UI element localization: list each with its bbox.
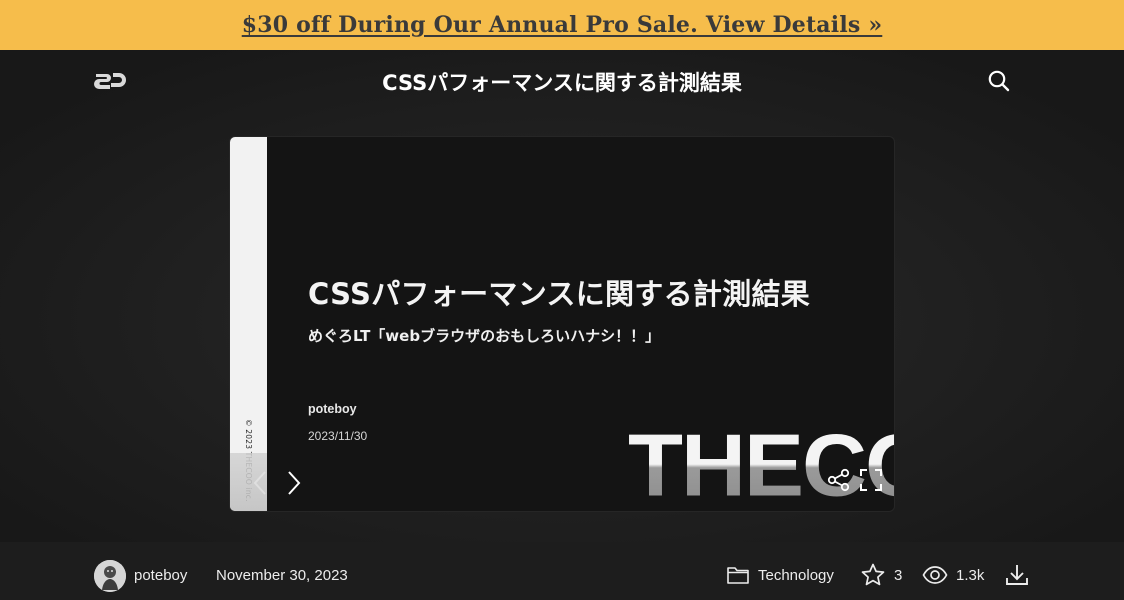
download-icon: [1006, 565, 1028, 585]
star-count: 3: [894, 566, 903, 584]
author-link[interactable]: poteboy: [134, 567, 187, 584]
slide-brand-logo: THECOO: [628, 422, 894, 510]
previous-slide-button[interactable]: [250, 469, 272, 497]
download-button[interactable]: [1004, 562, 1030, 588]
view-count-label: 1.3k: [956, 566, 985, 584]
deck-meta-bar: poteboy November 30, 2023 Technology 3 1…: [0, 542, 1124, 600]
next-slide-button[interactable]: [283, 469, 305, 497]
slide-subtitle: めぐろLT「webブラウザのおもしろいハナシ！！」: [308, 327, 661, 345]
share-icon: [827, 468, 850, 492]
chevron-left-icon: [253, 471, 266, 495]
promo-link[interactable]: $30 off During Our Annual Pro Sale. View…: [242, 12, 883, 38]
published-date: November 30, 2023: [216, 567, 348, 584]
share-button[interactable]: [826, 467, 852, 493]
page-title: CSSパフォーマンスに関する計測結果: [382, 71, 742, 95]
search-button[interactable]: [986, 68, 1012, 94]
avatar-image: [94, 560, 126, 592]
slide-title: CSSパフォーマンスに関する計測結果: [308, 277, 811, 311]
fullscreen-button[interactable]: [858, 467, 884, 493]
star-button[interactable]: 3: [860, 562, 902, 588]
eye-icon: [922, 566, 948, 584]
slide-viewer[interactable]: © 2023 THECOO inc. CSSパフォーマンスに関する計測結果 めぐ…: [230, 137, 894, 511]
slide-date: 2023/11/30: [308, 429, 368, 443]
fullscreen-icon: [860, 469, 882, 491]
search-icon: [988, 70, 1010, 92]
author-avatar[interactable]: [94, 560, 126, 592]
slide-author: poteboy: [308, 402, 357, 416]
promo-banner: $30 off During Our Annual Pro Sale. View…: [0, 0, 1124, 50]
folder-icon: [727, 567, 749, 584]
chevron-right-icon: [288, 471, 301, 495]
top-bar: CSSパフォーマンスに関する計測結果: [0, 50, 1124, 112]
star-icon: [861, 563, 885, 586]
view-count: 1.3k: [922, 562, 984, 588]
category-label: Technology: [758, 566, 834, 584]
category-link[interactable]: Technology: [726, 562, 834, 588]
